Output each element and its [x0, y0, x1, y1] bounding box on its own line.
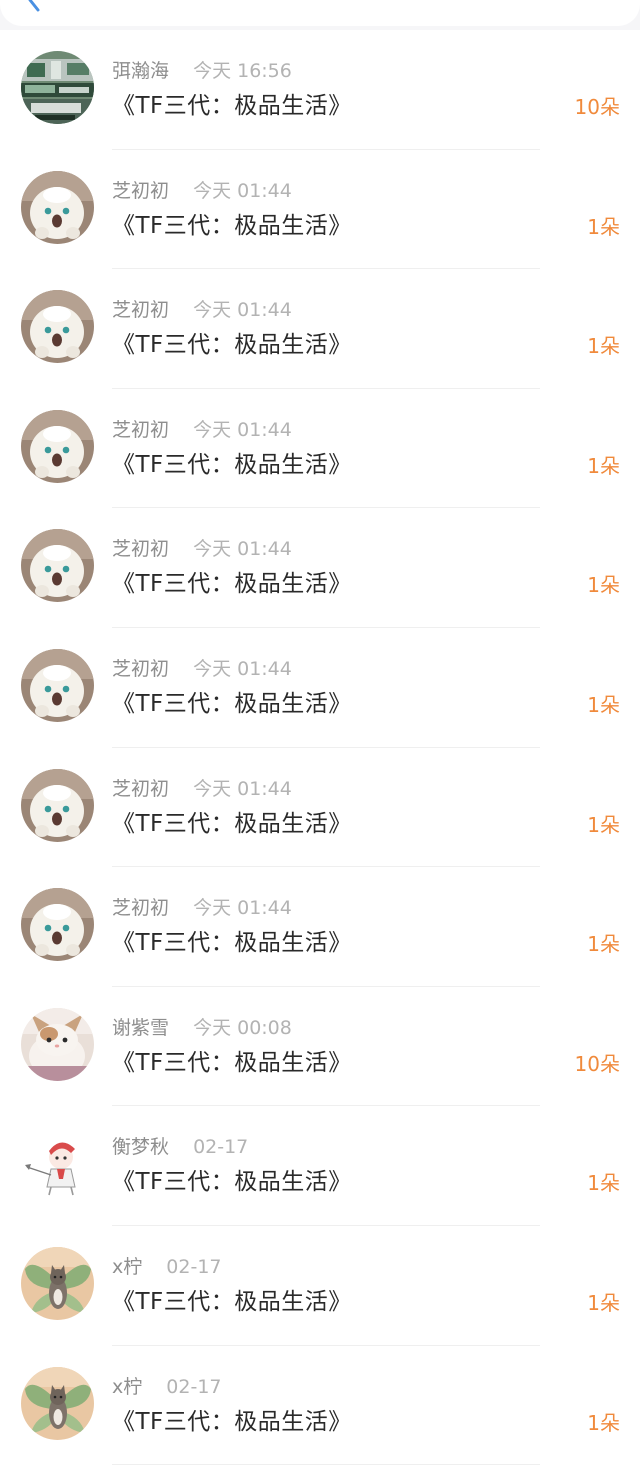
sender-name[interactable]: 芝初初: [112, 299, 169, 321]
flower-amount: 1朵: [587, 573, 620, 598]
flower-amount: 1朵: [587, 334, 620, 359]
list-item[interactable]: 芝初初 今天 01:44 《TF三代：极品生活》 1朵: [0, 508, 640, 628]
sender-name[interactable]: 芝初初: [112, 419, 169, 441]
list-item[interactable]: x柠 02-17 《TF三代：极品生活》 1朵: [0, 1225, 640, 1346]
plush-avatar[interactable]: [21, 648, 94, 722]
flower-amount: 1朵: [587, 453, 620, 478]
sender-name[interactable]: 衡梦秋: [112, 1136, 169, 1158]
plush-avatar[interactable]: [21, 888, 94, 962]
list-item[interactable]: 芝初初 今天 01:44 《TF三代：极品生活》 1朵: [0, 867, 640, 987]
list-item[interactable]: 衡梦秋 02-17 《TF三代：极品生活》 1朵: [0, 1106, 640, 1226]
row-meta: 芝初初 今天 01:44: [112, 655, 292, 683]
flower-amount: 1朵: [587, 1290, 620, 1315]
gift-time: 今天 01:44: [193, 897, 292, 920]
gift-record-page: 弭瀚海 今天 16:56 《TF三代：极品生活》 10朵 芝初初 今天 01:4…: [0, 0, 640, 1479]
book-title[interactable]: 《TF三代：极品生活》: [112, 1165, 352, 1199]
book-title[interactable]: 《TF三代：极品生活》: [112, 89, 352, 123]
flower-amount: 1朵: [587, 692, 620, 717]
cartoon-avatar[interactable]: [21, 1127, 94, 1201]
sender-name[interactable]: 芝初初: [112, 658, 169, 680]
row-meta: x柠 02-17: [112, 1373, 222, 1401]
row-meta: 芝初初 今天 01:44: [112, 177, 292, 205]
row-meta: x柠 02-17: [112, 1253, 222, 1281]
book-title[interactable]: 《TF三代：极品生活》: [112, 1046, 352, 1080]
chevron-left-icon[interactable]: [22, 0, 50, 12]
book-title[interactable]: 《TF三代：极品生活》: [112, 1285, 352, 1319]
gift-time: 今天 01:44: [193, 657, 292, 680]
list-item[interactable]: 芝初初 今天 01:44 《TF三代：极品生活》 1朵: [0, 627, 640, 748]
book-title[interactable]: 《TF三代：极品生活》: [112, 448, 352, 482]
sender-name[interactable]: 谢紫雪: [112, 1017, 169, 1039]
sender-name[interactable]: 弭瀚海: [112, 60, 169, 82]
gift-time: 02-17: [166, 1255, 222, 1278]
row-divider: [112, 1464, 540, 1466]
row-meta: 芝初初 今天 01:44: [112, 535, 292, 563]
row-meta: 衡梦秋 02-17: [112, 1133, 248, 1161]
list-item[interactable]: 芝初初 今天 01:44 《TF三代：极品生活》 1朵: [0, 747, 640, 868]
gift-time: 今天 00:08: [193, 1016, 292, 1039]
flower-amount: 1朵: [587, 214, 620, 239]
flower-amount: 10朵: [574, 1051, 620, 1076]
photo-avatar[interactable]: [21, 51, 94, 124]
sender-name[interactable]: x柠: [112, 1256, 142, 1278]
row-meta: 芝初初 今天 01:44: [112, 775, 292, 803]
plush-avatar[interactable]: [21, 170, 94, 244]
list-item[interactable]: 芝初初 今天 01:44 《TF三代：极品生活》 1朵: [0, 388, 640, 509]
book-title[interactable]: 《TF三代：极品生活》: [112, 209, 352, 243]
row-meta: 芝初初 今天 01:44: [112, 894, 292, 922]
flower-amount: 1朵: [587, 1410, 620, 1435]
book-title[interactable]: 《TF三代：极品生活》: [112, 567, 352, 601]
kitten-avatar[interactable]: [21, 1007, 94, 1081]
list-item[interactable]: x柠 02-17 《TF三代：极品生活》 1朵: [0, 1345, 640, 1466]
flower-amount: 1朵: [587, 1171, 620, 1196]
cat-wings-avatar[interactable]: [21, 1246, 94, 1320]
sender-name[interactable]: 芝初初: [112, 778, 169, 800]
gift-time: 今天 16:56: [193, 60, 292, 82]
book-title[interactable]: 《TF三代：极品生活》: [112, 1405, 352, 1439]
gift-time: 今天 01:44: [193, 179, 292, 202]
plush-avatar[interactable]: [21, 529, 94, 603]
gift-time: 今天 01:44: [193, 538, 292, 561]
book-title[interactable]: 《TF三代：极品生活》: [112, 926, 352, 960]
gift-time: 今天 01:44: [193, 777, 292, 800]
cat-wings-avatar[interactable]: [21, 1366, 94, 1440]
plush-avatar[interactable]: [21, 409, 94, 483]
flower-amount: 10朵: [574, 95, 620, 119]
book-title[interactable]: 《TF三代：极品生活》: [112, 328, 352, 362]
plush-avatar[interactable]: [21, 290, 94, 364]
list-item[interactable]: 弭瀚海 今天 16:56 《TF三代：极品生活》 10朵: [0, 30, 640, 150]
flower-amount: 1朵: [587, 932, 620, 957]
gift-time: 今天 01:44: [193, 418, 292, 441]
row-meta: 谢紫雪 今天 00:08: [112, 1014, 292, 1042]
gift-list: 弭瀚海 今天 16:56 《TF三代：极品生活》 10朵 芝初初 今天 01:4…: [0, 30, 640, 1466]
row-meta: 弭瀚海 今天 16:56: [112, 57, 292, 85]
book-title[interactable]: 《TF三代：极品生活》: [112, 687, 352, 721]
list-item[interactable]: 谢紫雪 今天 00:08 《TF三代：极品生活》 10朵: [0, 986, 640, 1107]
sender-name[interactable]: 芝初初: [112, 897, 169, 919]
sender-name[interactable]: 芝初初: [112, 538, 169, 560]
top-bar-card: [0, 0, 640, 26]
gift-time: 今天 01:44: [193, 299, 292, 322]
gift-time: 02-17: [166, 1375, 222, 1398]
row-meta: 芝初初 今天 01:44: [112, 416, 292, 444]
list-item[interactable]: 芝初初 今天 01:44 《TF三代：极品生活》 1朵: [0, 269, 640, 389]
row-meta: 芝初初 今天 01:44: [112, 296, 292, 324]
sender-name[interactable]: x柠: [112, 1376, 142, 1398]
top-bar: [0, 0, 640, 30]
book-title[interactable]: 《TF三代：极品生活》: [112, 807, 352, 841]
plush-avatar[interactable]: [21, 768, 94, 842]
list-item[interactable]: 芝初初 今天 01:44 《TF三代：极品生活》 1朵: [0, 149, 640, 270]
sender-name[interactable]: 芝初初: [112, 180, 169, 202]
gift-time: 02-17: [193, 1136, 249, 1159]
flower-amount: 1朵: [587, 812, 620, 837]
